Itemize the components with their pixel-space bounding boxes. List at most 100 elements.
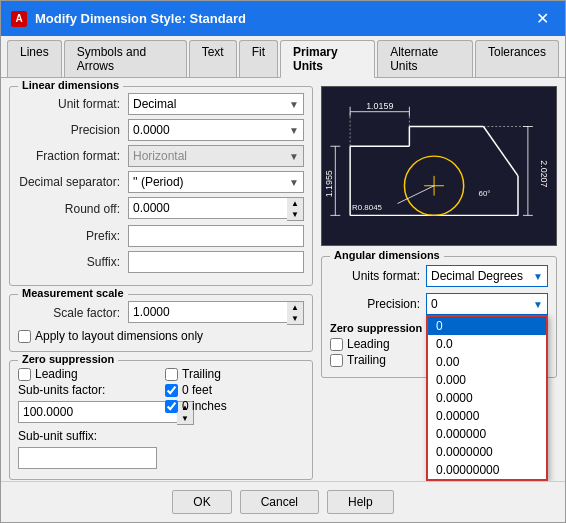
feet-row: 0 feet xyxy=(165,383,304,397)
zero-supp-label: Zero suppression xyxy=(18,353,118,365)
angular-leading-checkbox[interactable] xyxy=(330,338,343,351)
precision-dropdown-list: 0 0.0 0.00 0.000 0.0000 0.00000 0.000000… xyxy=(426,315,548,481)
prefix-row: Prefix: xyxy=(18,225,304,247)
title-bar-left: A Modify Dimension Style: Standard xyxy=(11,11,246,27)
round-off-up[interactable]: ▲ xyxy=(287,198,303,209)
precision-dropdown[interactable]: 0.0000 ▼ xyxy=(128,119,304,141)
fraction-format-label: Fraction format: xyxy=(18,149,128,163)
zero-suppression-group: Zero suppression Leading Sub-units facto… xyxy=(9,360,313,480)
fraction-format-value: Horizontal xyxy=(133,149,187,163)
round-off-down[interactable]: ▼ xyxy=(287,209,303,220)
scale-factor-label: Scale factor: xyxy=(18,306,128,320)
subunit-suffix-row: Sub-unit suffix: xyxy=(18,429,157,443)
trailing-checkbox[interactable] xyxy=(165,368,178,381)
subunit-factor-input[interactable] xyxy=(18,401,177,423)
precision-option-8[interactable]: 0.00000000 xyxy=(428,461,546,479)
scale-factor-input[interactable] xyxy=(128,301,287,323)
svg-rect-0 xyxy=(330,87,547,245)
dim5-text: 60° xyxy=(479,189,491,198)
precision-row: Precision 0.0000 ▼ xyxy=(18,119,304,141)
tab-text[interactable]: Text xyxy=(189,40,237,77)
angular-units-arrow: ▼ xyxy=(533,271,543,282)
angular-trailing-label: Trailing xyxy=(347,353,386,367)
precision-option-0[interactable]: 0 xyxy=(428,317,546,335)
fraction-format-row: Fraction format: Horizontal ▼ xyxy=(18,145,304,167)
ok-button[interactable]: OK xyxy=(172,490,231,514)
precision-option-5[interactable]: 0.00000 xyxy=(428,407,546,425)
left-panel: Linear dimensions Unit format: Decimal ▼… xyxy=(9,86,313,473)
subunit-factor-spinner: ▲ ▼ xyxy=(18,401,157,425)
tab-fit[interactable]: Fit xyxy=(239,40,278,77)
zero-supp-left-col: Leading Sub-units factor: ▲ ▼ xyxy=(18,367,157,473)
fraction-format-arrow: ▼ xyxy=(289,151,299,162)
decimal-sep-label: Decimal separator: xyxy=(18,175,128,189)
suffix-label: Suffix: xyxy=(18,255,128,269)
zero-supp-right-col: Trailing 0 feet 0 inches xyxy=(165,367,304,473)
subunit-factor-label: Sub-units factor: xyxy=(18,383,118,397)
linear-group-label: Linear dimensions xyxy=(18,79,123,91)
tab-alternate-units[interactable]: Alternate Units xyxy=(377,40,473,77)
precision-option-2[interactable]: 0.00 xyxy=(428,353,546,371)
subunit-suffix-input[interactable] xyxy=(18,447,157,469)
angular-leading-label: Leading xyxy=(347,337,390,351)
precision-option-3[interactable]: 0.000 xyxy=(428,371,546,389)
angular-units-dropdown[interactable]: Decimal Degrees ▼ xyxy=(426,265,548,287)
scale-factor-spinner-btns: ▲ ▼ xyxy=(287,301,304,325)
tab-symbols-arrows[interactable]: Symbols and Arrows xyxy=(64,40,187,77)
decimal-sep-dropdown[interactable]: '' (Period) ▼ xyxy=(128,171,304,193)
precision-arrow: ▼ xyxy=(289,125,299,136)
angular-trailing-checkbox[interactable] xyxy=(330,354,343,367)
dim2-text: 1.1955 xyxy=(324,170,334,197)
leading-label: Leading xyxy=(35,367,78,381)
angular-precision-label: Precision: xyxy=(330,297,420,311)
angular-precision-value: 0 xyxy=(431,297,438,311)
leading-checkbox[interactable] xyxy=(18,368,31,381)
trailing-label: Trailing xyxy=(182,367,221,381)
round-off-label: Round off: xyxy=(18,202,128,216)
precision-option-6[interactable]: 0.000000 xyxy=(428,425,546,443)
preview-svg: 1.0159 1.1955 2.0207 R0.8045 xyxy=(322,87,556,245)
tab-lines[interactable]: Lines xyxy=(7,40,62,77)
precision-option-1[interactable]: 0.0 xyxy=(428,335,546,353)
round-off-input[interactable] xyxy=(128,197,287,219)
angular-precision-container: Precision: 0 ▼ 0 0.0 0.00 0.000 0.0000 0… xyxy=(330,293,548,315)
dim4-text: R0.8045 xyxy=(352,203,382,212)
zero-supp-cols: Leading Sub-units factor: ▲ ▼ xyxy=(18,367,304,473)
prefix-label: Prefix: xyxy=(18,229,128,243)
precision-option-7[interactable]: 0.0000000 xyxy=(428,443,546,461)
title-bar: A Modify Dimension Style: Standard ✕ xyxy=(1,1,565,36)
main-content: Linear dimensions Unit format: Decimal ▼… xyxy=(1,78,565,481)
apply-layout-row: Apply to layout dimensions only xyxy=(18,329,304,343)
subunit-factor-input-row: ▲ ▼ xyxy=(18,401,157,425)
close-button[interactable]: ✕ xyxy=(530,7,555,30)
tab-tolerances[interactable]: Tolerances xyxy=(475,40,559,77)
suffix-input[interactable] xyxy=(128,251,304,273)
precision-option-4[interactable]: 0.0000 xyxy=(428,389,546,407)
precision-label: Precision xyxy=(18,123,128,137)
dialog-title: Modify Dimension Style: Standard xyxy=(35,11,246,26)
suffix-row: Suffix: xyxy=(18,251,304,273)
feet-checkbox[interactable] xyxy=(165,384,178,397)
unit-format-row: Unit format: Decimal ▼ xyxy=(18,93,304,115)
scale-factor-up[interactable]: ▲ xyxy=(287,302,303,313)
feet-label: 0 feet xyxy=(182,383,212,397)
angular-zero-supp-label: Zero suppression xyxy=(330,322,422,334)
scale-factor-row: Scale factor: ▲ ▼ xyxy=(18,301,304,325)
dialog: A Modify Dimension Style: Standard ✕ Lin… xyxy=(0,0,566,523)
apply-layout-checkbox[interactable] xyxy=(18,330,31,343)
scale-factor-down[interactable]: ▼ xyxy=(287,313,303,324)
help-button[interactable]: Help xyxy=(327,490,394,514)
dim3-text: 2.0207 xyxy=(539,160,549,187)
tab-primary-units[interactable]: Primary Units xyxy=(280,40,375,78)
prefix-input[interactable] xyxy=(128,225,304,247)
angular-precision-dropdown[interactable]: 0 ▼ xyxy=(426,293,548,315)
tab-bar: Lines Symbols and Arrows Text Fit Primar… xyxy=(1,36,565,78)
cancel-button[interactable]: Cancel xyxy=(240,490,319,514)
apply-layout-label: Apply to layout dimensions only xyxy=(35,329,203,343)
inches-checkbox[interactable] xyxy=(165,400,178,413)
precision-value: 0.0000 xyxy=(133,123,170,137)
right-panel: 1.0159 1.1955 2.0207 R0.8045 xyxy=(321,86,557,473)
unit-format-dropdown[interactable]: Decimal ▼ xyxy=(128,93,304,115)
app-icon: A xyxy=(11,11,27,27)
angular-dimensions-group: Angular dimensions Units format: Decimal… xyxy=(321,256,557,378)
